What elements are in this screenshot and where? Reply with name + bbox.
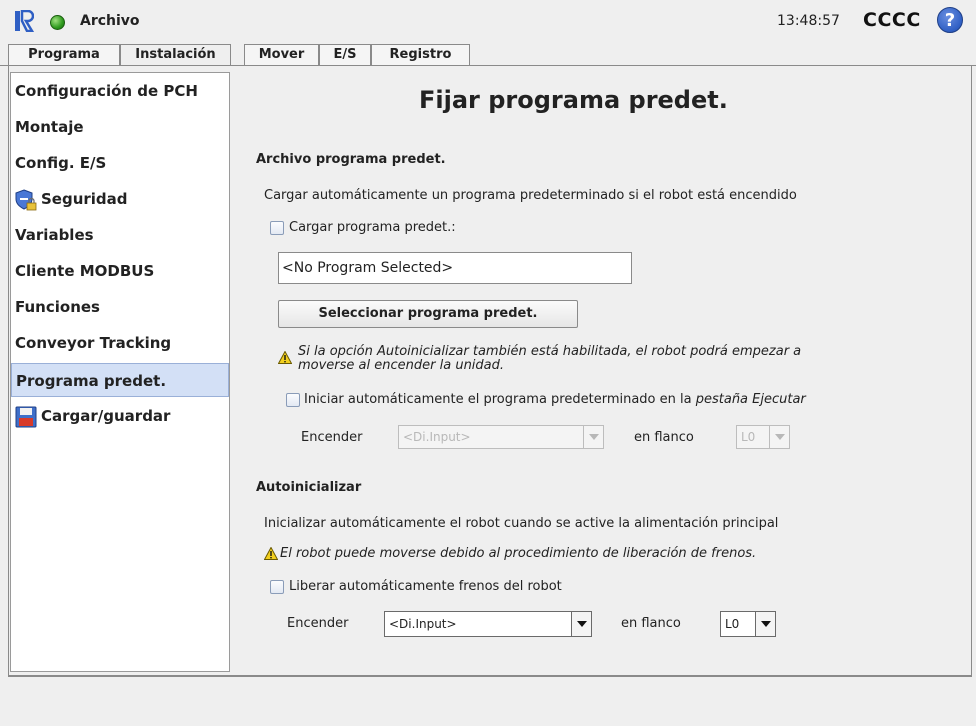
warning-icon [264, 547, 278, 560]
warning-icon [278, 351, 292, 364]
default-program-panel: Fijar programa predet. Archivo programa … [232, 66, 972, 676]
sidebar-item-config-es[interactable]: Config. E/S [11, 146, 229, 180]
sidebar-item-cargar-guardar[interactable]: Cargar/guardar [11, 399, 229, 433]
chevron-down-icon[interactable] [571, 612, 591, 636]
autostart-label-tab: pestaña Ejecutar [695, 392, 806, 407]
autostart-warning-line2: moverse al encender la unidad. [298, 358, 505, 373]
chevron-down-icon[interactable] [755, 612, 775, 636]
main-tabs: Programa Instalación Mover E/S Registro [0, 44, 976, 67]
installation-sidebar: Configuración de PCH Montaje Config. E/S… [10, 72, 230, 672]
sidebar-item-label: Seguridad [41, 190, 128, 208]
sidebar-item-label: Variables [15, 226, 94, 244]
brake-release-warning: El robot puede moverse debido al procedi… [280, 546, 757, 561]
sidebar-item-label: Funciones [15, 298, 100, 316]
chevron-down-icon [583, 426, 603, 448]
sidebar-item-label: Programa predet. [16, 372, 167, 390]
shield-lock-icon [15, 188, 37, 210]
robot-name: CCCC [863, 9, 921, 31]
sidebar-item-montaje[interactable]: Montaje [11, 110, 229, 144]
power-input-select-disabled: <Di.Input> [398, 425, 604, 449]
sidebar-item-label: Conveyor Tracking [15, 334, 172, 352]
power-label: Encender [301, 430, 363, 445]
chevron-down-icon [769, 426, 789, 448]
default-program-field: <No Program Selected> [278, 252, 632, 284]
load-default-program-label: Cargar programa predet.: [289, 220, 456, 235]
sidebar-item-modbus[interactable]: Cliente MODBUS [11, 254, 229, 288]
edge-select-disabled: L0 [736, 425, 790, 449]
help-icon[interactable]: ? [937, 7, 963, 33]
power-input-value: <Di.Input> [403, 430, 471, 444]
sidebar-item-label: Configuración de PCH [15, 82, 198, 100]
autoinit-edge-label: en flanco [621, 616, 681, 631]
tab-programa[interactable]: Programa [8, 44, 120, 66]
tab-es[interactable]: E/S [319, 44, 371, 66]
autoinit-power-input-value: <Di.Input> [389, 617, 457, 631]
autoinit-edge-value: L0 [725, 617, 740, 631]
sidebar-item-label: Config. E/S [15, 154, 107, 172]
edge-value: L0 [741, 430, 756, 444]
app-title: Archivo [80, 13, 140, 29]
sidebar-item-label: Cargar/guardar [41, 407, 171, 425]
ur-logo-icon [15, 10, 34, 32]
clock: 13:48:57 [777, 13, 840, 29]
sidebar-item-label: Montaje [15, 118, 84, 136]
tab-instalacion[interactable]: Instalación [120, 44, 231, 67]
tab-mover[interactable]: Mover [244, 44, 319, 66]
autostart-warning-line1: Si la opción Autoinicializar también est… [298, 344, 802, 359]
release-brakes-label: Liberar automáticamente frenos del robot [289, 579, 562, 594]
autoinit-heading: Autoinicializar [256, 480, 362, 495]
autoinit-edge-select[interactable]: L0 [720, 611, 776, 637]
robot-status-indicator [50, 15, 65, 30]
tab-registro[interactable]: Registro [371, 44, 470, 66]
sidebar-item-variables[interactable]: Variables [11, 218, 229, 252]
select-default-program-button[interactable]: Seleccionar programa predet. [278, 300, 578, 328]
floppy-disk-icon [15, 406, 37, 427]
sidebar-item-funciones[interactable]: Funciones [11, 290, 229, 324]
default-program-heading: Archivo programa predet. [256, 152, 446, 167]
autostart-program-label: Iniciar automáticamente el programa pred… [304, 392, 806, 407]
footer-divider [8, 676, 972, 677]
sidebar-item-seguridad[interactable]: Seguridad [11, 182, 229, 216]
sidebar-item-conveyor[interactable]: Conveyor Tracking [11, 326, 229, 360]
sidebar-item-pch[interactable]: Configuración de PCH [11, 74, 229, 108]
autostart-warning: Si la opción Autoinicializar también est… [298, 345, 801, 373]
sidebar-item-label: Cliente MODBUS [15, 262, 155, 280]
release-brakes-checkbox[interactable] [270, 580, 284, 594]
autoinit-description: Inicializar automáticamente el robot cua… [264, 516, 779, 531]
autostart-label-main: Iniciar automáticamente el programa pred… [304, 392, 696, 407]
load-default-program-checkbox[interactable] [270, 221, 284, 235]
autoinit-power-input-select[interactable]: <Di.Input> [384, 611, 592, 637]
autoinit-power-label: Encender [287, 616, 349, 631]
edge-label: en flanco [634, 430, 694, 445]
top-bar: Archivo 13:48:57 CCCC ? [0, 0, 976, 44]
default-program-description: Cargar automáticamente un programa prede… [264, 188, 797, 203]
page-title: Fijar programa predet. [419, 86, 728, 114]
autostart-program-checkbox[interactable] [286, 393, 300, 407]
sidebar-item-programa-predet[interactable]: Programa predet. [11, 363, 229, 397]
